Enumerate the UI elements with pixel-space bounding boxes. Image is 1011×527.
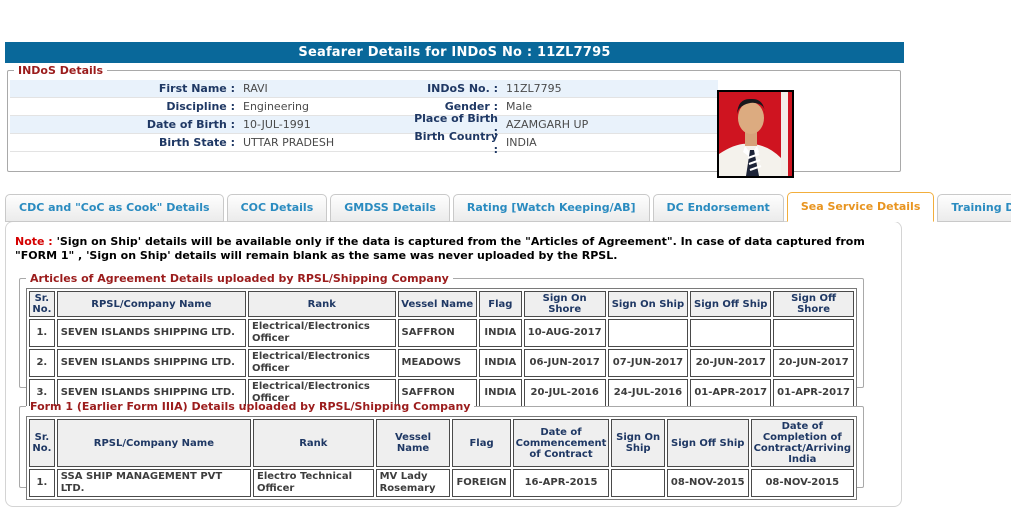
discipline-label: Discipline :: [10, 100, 235, 113]
table-header-row: Sr. No. RPSL/Company Name Rank Vessel Na…: [29, 291, 854, 317]
table-cell: 07-JUN-2017: [608, 349, 689, 377]
table-row: 1.SEVEN ISLANDS SHIPPING LTD.Electrical/…: [29, 319, 854, 347]
column-header: Rank: [248, 291, 396, 317]
column-header: Sign Off Ship: [690, 291, 771, 317]
table-cell: 2.: [29, 349, 55, 377]
column-header: Sign Off Shore: [773, 291, 854, 317]
seafarer-photo-image: [719, 92, 792, 176]
table-cell: [773, 319, 854, 347]
details-row: Discipline : Engineering Gender : Male: [10, 98, 718, 116]
column-header: Sign On Ship: [608, 291, 689, 317]
column-header: RPSL/Company Name: [57, 291, 246, 317]
column-header: Flag: [479, 291, 522, 317]
seafarer-photo: [717, 90, 794, 178]
table-cell: 10-AUG-2017: [524, 319, 606, 347]
table-cell: SAFFRON: [398, 319, 477, 347]
table-cell: MEADOWS: [398, 349, 477, 377]
table-cell: Electrical/Electronics Officer: [248, 319, 396, 347]
column-header: Flag: [452, 419, 510, 467]
note-body: 'Sign on Ship' details will be available…: [15, 235, 865, 262]
table-cell: INDIA: [479, 319, 522, 347]
table-cell: MV Lady Rosemary: [376, 469, 451, 497]
column-header: Sr. No.: [29, 419, 55, 467]
column-header: Vessel Name: [398, 291, 477, 317]
details-row: Birth State : UTTAR PRADESH Birth Countr…: [10, 134, 718, 152]
table-cell: INDIA: [479, 349, 522, 377]
date-of-birth-value: 10-JUL-1991: [235, 118, 410, 131]
form1-details-legend: Form 1 (Earlier Form IIIA) Details uploa…: [26, 400, 474, 413]
tab-training-details[interactable]: Training Details: [937, 194, 1011, 222]
form1-details-panel: Form 1 (Earlier Form IIIA) Details uploa…: [19, 400, 864, 488]
form1-details-table: Sr. No. RPSL/Company Name Rank Vessel Na…: [26, 416, 857, 500]
table-cell: 20-JUN-2017: [690, 349, 771, 377]
indos-details-rows: First Name : RAVI INDoS No. : 11ZL7795 D…: [10, 80, 718, 152]
first-name-label: First Name :: [10, 82, 235, 95]
birth-state-value: UTTAR PRADESH: [235, 136, 410, 149]
table-cell: [690, 319, 771, 347]
tab-gmdss-details[interactable]: GMDSS Details: [330, 194, 450, 222]
table-cell: [611, 469, 665, 497]
table-cell: Electrical/Electronics Officer: [248, 349, 396, 377]
place-of-birth-value: AZAMGARH UP: [498, 118, 588, 131]
indos-no-value: 11ZL7795: [498, 82, 562, 95]
table-cell: SEVEN ISLANDS SHIPPING LTD.: [57, 349, 246, 377]
note-text: Note : 'Sign on Ship' details will be av…: [15, 235, 879, 263]
table-cell: 06-JUN-2017: [524, 349, 606, 377]
table-row: 1.SSA SHIP MANAGEMENT PVT LTD.Electro Te…: [29, 469, 854, 497]
table-cell: FOREIGN: [452, 469, 510, 497]
first-name-value: RAVI: [235, 82, 410, 95]
sea-service-tab-panel: Note : 'Sign on Ship' details will be av…: [5, 221, 902, 507]
column-header: RPSL/Company Name: [57, 419, 251, 467]
tab-sea-service-details[interactable]: Sea Service Details: [787, 192, 935, 222]
articles-of-agreement-panel: Articles of Agreement Details uploaded b…: [19, 272, 864, 388]
tab-dc-endorsement[interactable]: DC Endorsement: [653, 194, 784, 222]
column-header: Vessel Name: [376, 419, 451, 467]
note-prefix: Note :: [15, 235, 53, 248]
tab-bar: CDC and "CoC as Cook" Details COC Detail…: [5, 192, 1011, 222]
table-cell: 1.: [29, 469, 55, 497]
tab-rating-watch-keeping-ab[interactable]: Rating [Watch Keeping/AB]: [453, 194, 650, 222]
column-header: Sign On Ship: [611, 419, 665, 467]
discipline-value: Engineering: [235, 100, 410, 113]
table-cell: 20-JUN-2017: [773, 349, 854, 377]
date-of-birth-label: Date of Birth :: [10, 118, 235, 131]
indos-details-panel: INDoS Details First Name : RAVI INDoS No…: [7, 64, 901, 172]
column-header: Sign Off Ship: [667, 419, 749, 467]
table-header-row: Sr. No. RPSL/Company Name Rank Vessel Na…: [29, 419, 854, 467]
birth-state-label: Birth State :: [10, 136, 235, 149]
gender-value: Male: [498, 100, 532, 113]
table-cell: Electro Technical Officer: [253, 469, 374, 497]
indos-details-legend: INDoS Details: [14, 64, 107, 77]
page-title: Seafarer Details for INDoS No : 11ZL7795: [5, 42, 904, 63]
details-row: Date of Birth : 10-JUL-1991 Place of Bir…: [10, 116, 718, 134]
table-cell: 16-APR-2015: [513, 469, 610, 497]
table-cell: 1.: [29, 319, 55, 347]
tab-coc-details[interactable]: COC Details: [227, 194, 328, 222]
table-cell: SEVEN ISLANDS SHIPPING LTD.: [57, 319, 246, 347]
column-header: Sign On Shore: [524, 291, 606, 317]
tab-cdc-coc-as-cook-details[interactable]: CDC and "CoC as Cook" Details: [5, 194, 224, 222]
details-row: First Name : RAVI INDoS No. : 11ZL7795: [10, 80, 718, 98]
column-header: Date of Completion of Contract/Arriving …: [751, 419, 854, 467]
table-cell: 08-NOV-2015: [667, 469, 749, 497]
table-cell: 08-NOV-2015: [751, 469, 854, 497]
articles-of-agreement-legend: Articles of Agreement Details uploaded b…: [26, 272, 453, 285]
column-header: Sr. No.: [29, 291, 55, 317]
table-row: 2.SEVEN ISLANDS SHIPPING LTD.Electrical/…: [29, 349, 854, 377]
table-cell: [608, 319, 689, 347]
table-cell: SSA SHIP MANAGEMENT PVT LTD.: [57, 469, 251, 497]
indos-no-label: INDoS No. :: [410, 82, 498, 95]
birth-country-label: Birth Country :: [410, 130, 498, 156]
column-header: Date of Commencement of Contract: [513, 419, 610, 467]
column-header: Rank: [253, 419, 374, 467]
birth-country-value: INDIA: [498, 136, 537, 149]
